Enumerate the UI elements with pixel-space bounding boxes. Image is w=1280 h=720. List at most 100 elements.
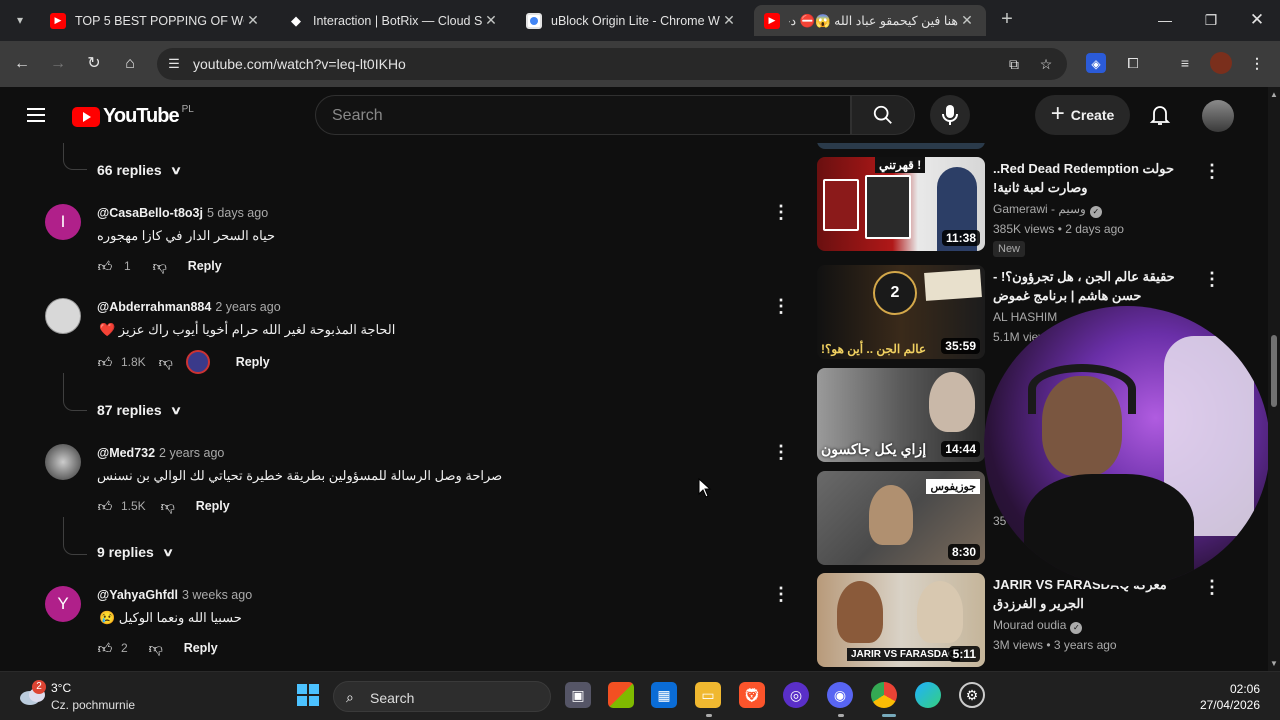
discord-icon[interactable]: ◉: [827, 682, 853, 708]
address-bar[interactable]: ☰ youtube.com/watch?v=leq-lt0IKHo ⧉ ☆: [157, 48, 1067, 80]
extensions-puzzle-icon[interactable]: ⧠: [1122, 52, 1144, 74]
dislike-icon[interactable]: 👎︎: [152, 258, 168, 274]
like-icon[interactable]: 👍︎: [97, 258, 113, 274]
channel-name[interactable]: Mourad oudia ✓: [993, 618, 1083, 634]
video-title[interactable]: حقيقة عالم الجن ، هل تجرؤون؟! - حسن هاشم…: [993, 267, 1203, 305]
create-button[interactable]: + Create: [1035, 95, 1130, 135]
settings-gear-icon[interactable]: ⚙: [959, 682, 985, 708]
bookmark-star-icon[interactable]: ☆: [1037, 55, 1055, 73]
install-app-icon[interactable]: ⧉: [1005, 55, 1023, 73]
new-tab-button[interactable]: +: [996, 9, 1018, 31]
view-replies-button[interactable]: 9 replies ∨: [97, 544, 174, 560]
app-circle-icon[interactable]: ◎: [783, 682, 809, 708]
task-view-icon[interactable]: ▣: [565, 682, 591, 708]
weather-widget[interactable]: 2: [18, 680, 50, 712]
system-clock[interactable]: 02:06 27/04/2026: [1200, 681, 1260, 713]
like-icon[interactable]: 👍︎: [97, 498, 113, 514]
voice-search-button[interactable]: [930, 95, 970, 135]
media-control-icon[interactable]: ≡: [1174, 52, 1196, 74]
close-window-icon[interactable]: ✕: [1242, 8, 1272, 32]
commenter-avatar[interactable]: I: [45, 204, 81, 240]
reply-button[interactable]: Reply: [188, 259, 222, 273]
tab-3-active[interactable]: ▶ هنا فين كيحمقو عباد الله 😱⛔ دخل ✕: [754, 5, 986, 36]
close-tab-icon[interactable]: ✕: [720, 12, 738, 29]
reply-button[interactable]: Reply: [184, 641, 218, 655]
dislike-icon[interactable]: 👎︎: [160, 498, 176, 514]
comment-menu-icon[interactable]: ⋮: [772, 296, 790, 316]
widgets-icon[interactable]: [608, 682, 634, 708]
scroll-thumb[interactable]: [1271, 335, 1277, 407]
comment-author[interactable]: @Med732: [97, 446, 155, 460]
commenter-avatar[interactable]: [45, 444, 81, 480]
like-icon[interactable]: 👍︎: [97, 354, 113, 370]
video-menu-icon[interactable]: ⋮: [1203, 161, 1221, 181]
channel-name[interactable]: Gamerawi - وسيم ✓: [993, 202, 1102, 218]
comment-menu-icon[interactable]: ⋮: [772, 584, 790, 604]
video-item[interactable]: قهرتني ! 11:38 حولت Red Dead Redemption.…: [817, 157, 1257, 257]
back-icon[interactable]: ←: [10, 52, 34, 76]
tab-0[interactable]: ▶ TOP 5 BEST POPPING OF WORLD ✕: [40, 5, 272, 36]
comment-time[interactable]: 2 years ago: [215, 300, 280, 314]
video-menu-icon[interactable]: ⋮: [1203, 269, 1221, 289]
close-tab-icon[interactable]: ✕: [958, 12, 976, 29]
guide-menu-icon[interactable]: [24, 104, 48, 128]
view-replies-button[interactable]: 66 replies ∨: [97, 162, 182, 178]
profile-avatar-icon[interactable]: [1210, 52, 1232, 74]
reload-icon[interactable]: ↻: [82, 52, 106, 76]
chrome-icon[interactable]: [871, 682, 897, 708]
page-scrollbar[interactable]: ▲ ▼: [1268, 87, 1280, 671]
comment-menu-icon[interactable]: ⋮: [772, 442, 790, 462]
commenter-avatar[interactable]: [45, 298, 81, 334]
scroll-down-arrow-icon[interactable]: ▼: [1270, 659, 1278, 668]
video-thumbnail[interactable]: جوزيفوس 8:30: [817, 471, 985, 565]
account-avatar[interactable]: [1202, 100, 1234, 132]
reply-button[interactable]: Reply: [236, 355, 270, 369]
edge-icon[interactable]: [915, 682, 941, 708]
comment-time[interactable]: 2 years ago: [159, 446, 224, 460]
close-tab-icon[interactable]: ✕: [482, 12, 500, 29]
like-icon[interactable]: 👍︎: [97, 640, 113, 656]
video-menu-icon[interactable]: ⋮: [1203, 577, 1221, 597]
search-button[interactable]: [851, 95, 915, 135]
video-thumbnail[interactable]: إزاي يكل جاكسون 14:44: [817, 368, 985, 462]
comment-author[interactable]: @YahyaGhfdl: [97, 588, 178, 602]
reply-button[interactable]: Reply: [196, 499, 230, 513]
tab-2[interactable]: uBlock Origin Lite - Chrome Web Store ✕: [516, 5, 748, 36]
video-item[interactable]: JARIR VS FARASDAQ 5:11 JARIR VS FARASDAQ…: [817, 573, 1257, 669]
video-thumbnail[interactable]: 2 عالم الجن .. أين هو؟! 35:59: [817, 265, 985, 359]
close-tab-icon[interactable]: ✕: [244, 12, 262, 29]
youtube-logo[interactable]: YouTube PL: [72, 104, 194, 128]
tab-title: هنا فين كيحمقو عباد الله 😱⛔ دخل: [789, 13, 958, 28]
start-button[interactable]: [295, 682, 321, 708]
video-thumbnail[interactable]: قهرتني ! 11:38: [817, 157, 985, 251]
comment-author[interactable]: @CasaBello-t8o3j: [97, 206, 203, 220]
taskbar-search[interactable]: ⌕ Search: [333, 681, 551, 712]
extension-shield-icon[interactable]: ◈: [1086, 53, 1106, 73]
minimize-icon[interactable]: —: [1150, 8, 1180, 32]
view-replies-button[interactable]: 87 replies ∨: [97, 402, 182, 418]
restore-icon[interactable]: ❐: [1196, 8, 1226, 32]
forward-icon[interactable]: →: [46, 52, 70, 76]
comment-menu-icon[interactable]: ⋮: [772, 202, 790, 222]
commenter-avatar[interactable]: Y: [45, 586, 81, 622]
scroll-up-arrow-icon[interactable]: ▲: [1270, 90, 1278, 99]
comment-time[interactable]: 3 weeks ago: [182, 588, 252, 602]
brave-browser-icon[interactable]: 🦁︎: [739, 682, 765, 708]
channel-name[interactable]: AL HASHIM: [993, 310, 1057, 324]
comment-time[interactable]: 5 days ago: [207, 206, 268, 220]
search-input[interactable]: Search: [315, 95, 851, 135]
url-text[interactable]: youtube.com/watch?v=leq-lt0IKHo: [193, 56, 406, 72]
tab-search-icon[interactable]: ▾: [6, 7, 34, 33]
site-info-icon[interactable]: ☰: [165, 55, 183, 73]
dislike-icon[interactable]: 👎︎: [158, 354, 174, 370]
microsoft-store-icon[interactable]: ▦: [651, 682, 677, 708]
dislike-icon[interactable]: 👎︎: [148, 640, 164, 656]
file-explorer-icon[interactable]: ▭: [695, 682, 721, 708]
video-title[interactable]: حولت Red Dead Redemption.. وصارت لعبة ثا…: [993, 159, 1203, 197]
notifications-bell-icon[interactable]: [1148, 103, 1172, 127]
comment-author[interactable]: @Abderrahman884: [97, 300, 211, 314]
video-thumbnail[interactable]: JARIR VS FARASDAQ 5:11: [817, 573, 985, 667]
chrome-menu-icon[interactable]: ⋮: [1246, 52, 1268, 74]
home-icon[interactable]: ⌂: [118, 52, 142, 76]
tab-1[interactable]: ◆ Interaction | BotRix — Cloud Stream ✕: [278, 5, 510, 36]
